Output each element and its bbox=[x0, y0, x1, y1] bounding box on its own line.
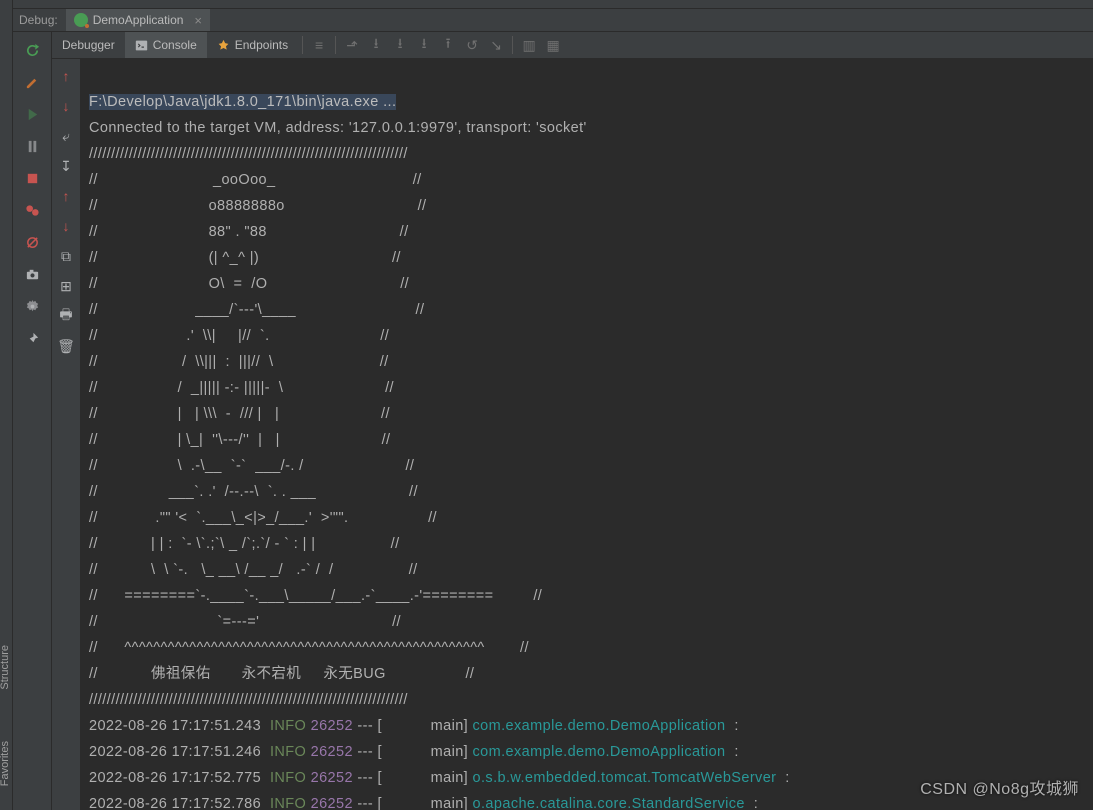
connected-line: Connected to the target VM, address: '12… bbox=[89, 120, 587, 136]
scroll-end-icon[interactable]: ↧ bbox=[57, 157, 75, 175]
debug-label: Debug: bbox=[16, 13, 66, 27]
console-icon bbox=[135, 39, 148, 52]
tab-console[interactable]: Console bbox=[125, 32, 207, 58]
cmd-line: F:\Develop\Java\jdk1.8.0_171\bin\java.ex… bbox=[89, 94, 396, 110]
top-strip bbox=[13, 0, 1093, 9]
up-icon[interactable]: ⬏ bbox=[340, 32, 364, 59]
settings-icon[interactable] bbox=[23, 297, 41, 315]
up-arrow-icon[interactable]: ↑ bbox=[57, 67, 75, 85]
down3-icon[interactable]: ⭳ bbox=[412, 32, 436, 59]
up2-icon[interactable]: ⭱ bbox=[436, 32, 460, 59]
layout2-icon[interactable]: ▦ bbox=[541, 32, 565, 59]
pin-icon[interactable] bbox=[23, 329, 41, 347]
tree-icon[interactable]: ⊞ bbox=[57, 277, 75, 295]
down2-icon[interactable]: ⭳ bbox=[388, 32, 412, 59]
watermark: CSDN @No8g攻城狮 bbox=[920, 775, 1079, 799]
layout1-icon[interactable]: ▥ bbox=[517, 32, 541, 59]
print-icon[interactable]: 🖶 bbox=[57, 307, 75, 325]
stop-icon[interactable] bbox=[23, 169, 41, 187]
side-tab-structure[interactable]: Structure bbox=[0, 645, 11, 690]
tab-endpoints[interactable]: Endpoints bbox=[207, 32, 298, 58]
debug-left-toolbar bbox=[13, 32, 52, 810]
spring-boot-icon bbox=[74, 13, 88, 27]
reset-icon[interactable]: ↺ bbox=[460, 32, 484, 59]
console-output[interactable]: F:\Develop\Java\jdk1.8.0_171\bin\java.ex… bbox=[81, 59, 1093, 810]
tab-debugger[interactable]: Debugger bbox=[52, 32, 125, 58]
mute-breakpoints-icon[interactable] bbox=[23, 233, 41, 251]
down-red-icon[interactable]: ↓ bbox=[57, 217, 75, 235]
side-tab-favorites[interactable]: Favorites bbox=[0, 741, 11, 786]
rerun-icon[interactable] bbox=[23, 41, 41, 59]
down-arrow-icon[interactable]: ↓ bbox=[57, 97, 75, 115]
camera-icon[interactable] bbox=[23, 265, 41, 283]
console-gutter: ↑ ↓ ⤶ ↧ ↑ ↓ ⧉ ⊞ 🖶 🗑 bbox=[52, 59, 81, 810]
up-red-icon[interactable]: ↑ bbox=[57, 187, 75, 205]
resume-icon[interactable] bbox=[23, 105, 41, 123]
step-icon[interactable]: ↘ bbox=[484, 32, 508, 59]
run-config-tab[interactable]: DemoApplication × bbox=[66, 9, 210, 31]
modify-run-icon[interactable] bbox=[23, 73, 41, 91]
ide-left-edge: Structure Favorites bbox=[0, 0, 13, 810]
main-area: Debug: DemoApplication × Debugger bbox=[13, 0, 1093, 810]
debug-tab-row: Debug: DemoApplication × bbox=[13, 9, 1093, 32]
run-config-name: DemoApplication bbox=[93, 13, 184, 27]
endpoints-icon bbox=[217, 39, 230, 52]
view-breakpoints-icon[interactable] bbox=[23, 201, 41, 219]
down1-icon[interactable]: ⭳ bbox=[364, 32, 388, 59]
trash-icon[interactable]: 🗑 bbox=[57, 337, 75, 355]
soft-wrap-icon[interactable]: ⤶ bbox=[57, 127, 75, 145]
filter2-icon[interactable]: ⧉ bbox=[57, 247, 75, 265]
console-toolbar: Debugger Console Endpoints ≡ ⬏ ⭳ ⭳ ⭳ ⭱ ↺ bbox=[52, 32, 1093, 59]
close-icon[interactable]: × bbox=[194, 13, 202, 28]
pause-icon[interactable] bbox=[23, 137, 41, 155]
ascii-art: ////////////////////////////////////////… bbox=[89, 141, 1093, 713]
filter-icon[interactable]: ≡ bbox=[307, 32, 331, 59]
